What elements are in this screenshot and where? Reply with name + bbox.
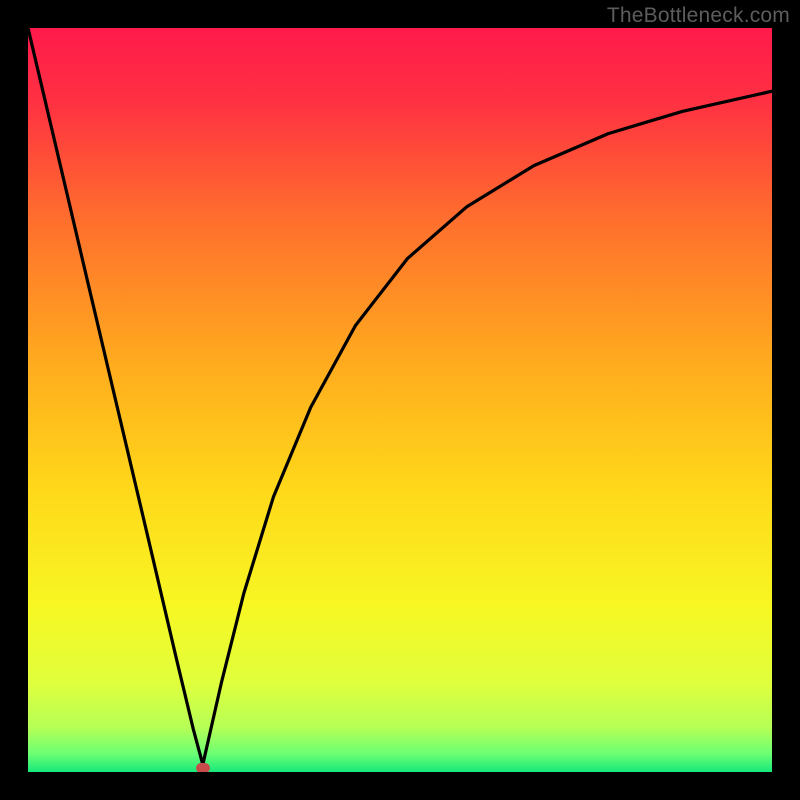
- chart-frame: TheBottleneck.com: [0, 0, 800, 800]
- plot-area: [28, 28, 772, 772]
- watermark-text: TheBottleneck.com: [607, 4, 790, 28]
- bottleneck-curve: [28, 28, 772, 772]
- minimum-marker: [196, 763, 210, 772]
